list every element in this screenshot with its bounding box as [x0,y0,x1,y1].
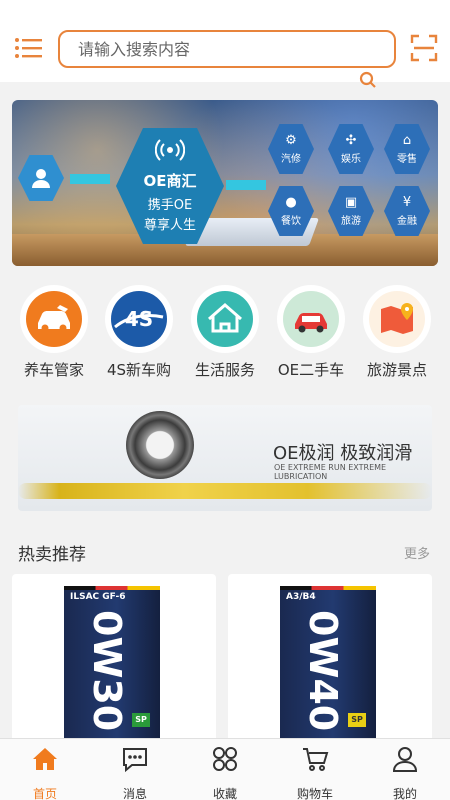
tab-label: 我的 [392,787,417,800]
tab-label: 首页 [32,787,57,800]
gear-image [126,411,194,479]
banner-brand-title: OE商汇 [143,171,197,190]
share-icon: ✣ [345,133,357,148]
house-icon [191,285,259,353]
product-badge: SP [132,713,150,727]
promo-subtitle: OE EXTREME RUN EXTREME LUBRICATION [274,463,387,481]
category-used-car[interactable]: OE二手车 [271,285,351,380]
pin-icon: ● [285,195,297,210]
menu-icon[interactable] [14,36,42,60]
bus-icon: ▣ [344,195,358,210]
product-image: A3/B4 0W40 SP [280,586,376,744]
banner-service-finance: ¥ 金融 [384,186,430,236]
user-icon [392,747,418,772]
category-4s-new-car[interactable]: 4S 4S新车购 [99,285,179,380]
message-icon [123,748,147,773]
oil-splash-image [18,483,432,499]
cart-icon [303,748,329,771]
tab-cart[interactable]: 购物车 [280,745,350,800]
tab-label: 收藏 [212,787,237,800]
banner-service-entertainment: ✣ 娱乐 [328,124,374,174]
map-pin-icon [363,285,431,353]
search-input[interactable] [60,32,394,66]
tab-home[interactable]: 首页 [10,745,80,800]
section-title: 热卖推荐 [18,545,86,565]
promo-title: OE极润 极致润滑 [273,443,413,464]
signal-icon [155,138,185,161]
svg-text:4S: 4S [125,307,153,331]
search-box[interactable] [58,30,396,68]
banner-arrow [70,174,110,184]
category-car-care[interactable]: 养车管家 [14,285,94,380]
gear-icon: ⚙ [285,133,297,148]
product-card[interactable]: ILSAC GF-6 0W30 SP [12,574,216,744]
can-stripe [280,586,376,590]
product-grade: 0W30 [85,610,129,732]
hero-banner[interactable]: OE商汇 携手OE 尊享人生 ⚙ 汽修 ✣ 娱乐 ⌂ 零售 ● 餐饮 ▣ 旅游 ¥ 金融 [12,100,438,266]
category-label: 生活服务 [194,361,255,379]
banner-slogan-2: 尊享人生 [143,217,196,233]
category-label: 旅游景点 [366,361,427,379]
home-icon [33,748,57,770]
bottom-tab-bar: 首页 消息 收藏 购物车 我的 [0,738,450,800]
money-icon: ¥ [402,195,412,210]
banner-user-hex [18,155,64,201]
can-stripe [64,586,160,590]
tab-profile[interactable]: 我的 [370,745,440,800]
tab-label: 消息 [122,787,147,800]
tab-label: 购物车 [296,787,333,800]
tab-favorites[interactable]: 收藏 [190,745,260,800]
more-link[interactable]: 更多 [404,543,430,562]
product-card[interactable]: A3/B4 0W40 SP [228,574,432,744]
bag-icon: ⌂ [402,133,412,148]
category-label: 4S新车购 [106,361,172,379]
banner-slogan-1: 携手OE [147,197,193,213]
banner-service-travel: ▣ 旅游 [328,186,374,236]
car-care-icon [20,285,88,353]
search-icon[interactable] [359,71,377,89]
category-travel-spots[interactable]: 旅游景点 [357,285,437,380]
promo-banner[interactable]: OE极润 极致润滑 OE EXTREME RUN EXTREME LUBRICA… [18,405,432,511]
product-badge: SP [348,713,366,727]
scan-icon[interactable] [410,34,438,62]
category-life-service[interactable]: 生活服务 [185,285,265,380]
4s-icon: 4S [105,285,173,353]
product-standard: ILSAC GF-6 [70,592,126,602]
product-standard: A3/B4 [286,592,316,602]
banner-service-retail: ⌂ 零售 [384,124,430,174]
grid-icon [213,747,237,771]
user-icon [32,169,50,188]
product-image: ILSAC GF-6 0W30 SP [64,586,160,744]
category-label: OE二手车 [277,361,345,379]
banner-arrow [226,180,266,190]
tab-messages[interactable]: 消息 [100,745,170,800]
product-grade: 0W40 [301,610,345,732]
banner-service-auto-repair: ⚙ 汽修 [268,124,314,174]
category-label: 养车管家 [23,361,84,379]
used-car-icon [277,285,345,353]
top-header [0,0,450,88]
